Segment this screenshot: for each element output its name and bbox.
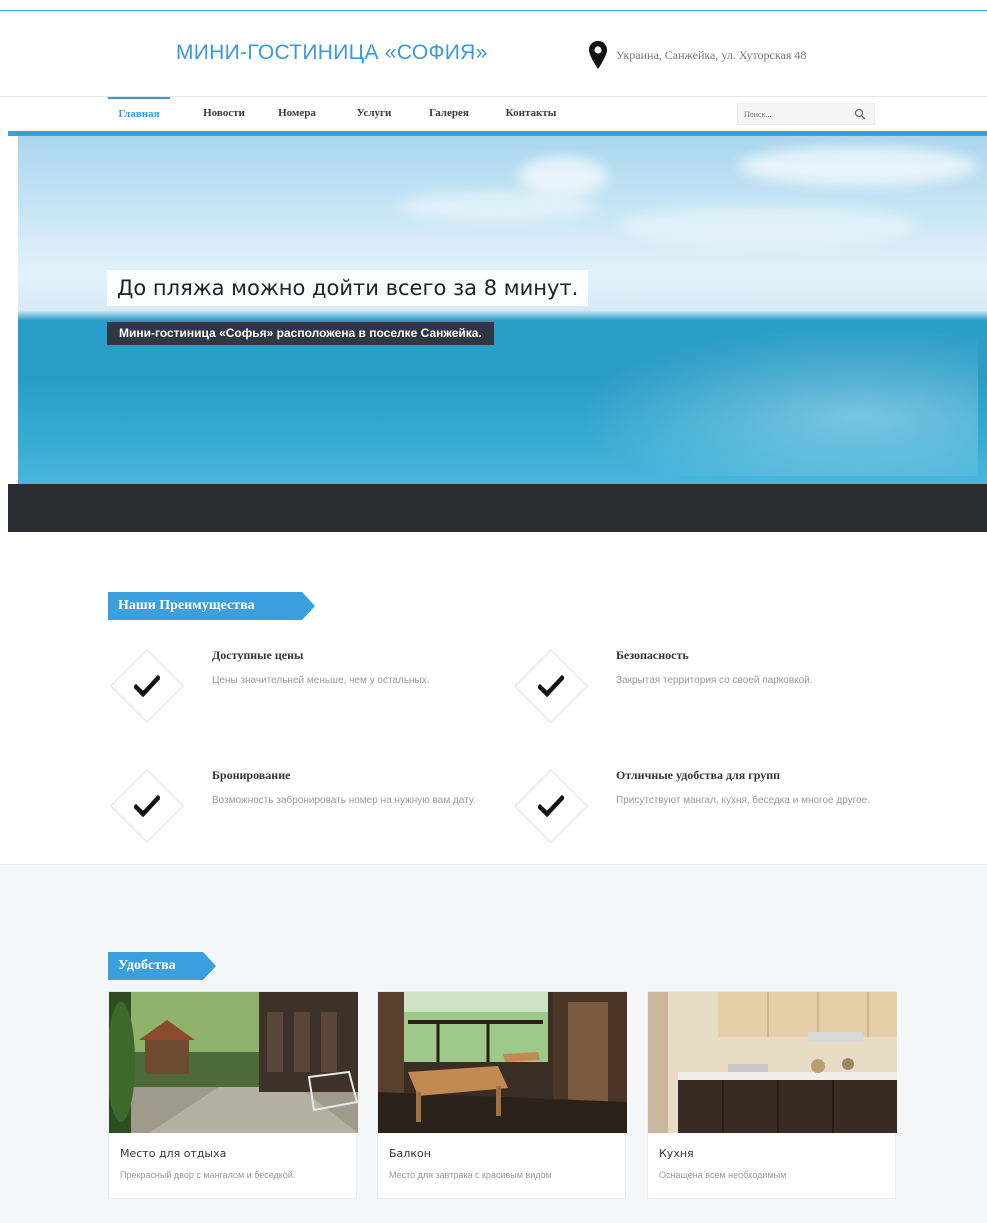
checkmark-icon [134, 674, 160, 698]
amenity-card-description: Место для завтрака с красивым видом [389, 1170, 552, 1180]
search-box [737, 103, 875, 125]
hero-subheading: Мини-гостиница «Софья» расположена в пос… [107, 322, 494, 345]
amenity-card-description: Оснащена всем необходимым [659, 1170, 787, 1180]
hero-cloud [398, 191, 598, 221]
hero-dark-band [8, 484, 987, 532]
feature-title: Отличные удобства для групп [616, 768, 781, 782]
advantages-section-title: Наши Преимущества [108, 592, 315, 620]
feature-description: Присутствуют мангал, кухня, беседка и мн… [616, 795, 870, 806]
address-text: Украина, Санжейка, ул. Хуторская 48 [616, 47, 807, 62]
search-input[interactable] [738, 104, 848, 124]
nav-item-gallery[interactable]: Галерея [420, 97, 478, 131]
kitchen-photo-illustration [648, 992, 897, 1133]
site-header: МИНИ-ГОСТИНИЦА «СОФИЯ» Украина, Санжейка… [0, 11, 987, 97]
feature-item: Доступные цены Цены значительней меньше,… [108, 648, 508, 738]
balcony-photo-illustration [378, 992, 627, 1133]
nav-item-home[interactable]: Главная [108, 97, 170, 131]
amenity-card-title: Балкон [389, 1147, 431, 1160]
amenity-card-title: Место для отдыха [120, 1147, 227, 1160]
hero-sea-sparkle [578, 326, 978, 476]
amenities-section: Удобства Место для отдыха Прекрасный дво… [0, 864, 987, 1223]
hero-banner: До пляжа можно дойти всего за 8 минут. М… [18, 136, 987, 484]
checkmark-icon [538, 794, 564, 818]
balcony-photo[interactable] [378, 992, 627, 1133]
feature-item: Отличные удобства для групп Присутствуют… [512, 768, 912, 858]
hero-cloud [618, 206, 918, 246]
site-title[interactable]: МИНИ-ГОСТИНИЦА «СОФИЯ» [176, 41, 488, 65]
feature-title: Доступные цены [212, 648, 304, 662]
kitchen-photo[interactable] [648, 992, 897, 1133]
yard-photo[interactable] [109, 992, 358, 1133]
feature-description: Закрытая территория со своей парковкой. [616, 675, 813, 686]
feature-title: Бронирование [212, 768, 291, 782]
amenity-card-yard[interactable]: Место для отдыха Прекрасный двор с манга… [108, 991, 358, 1199]
hero-heading: До пляжа можно дойти всего за 8 минут. [107, 270, 589, 306]
amenity-card-title: Кухня [659, 1147, 694, 1160]
nav-item-contacts[interactable]: Контакты [496, 97, 566, 131]
map-pin-icon [589, 41, 607, 69]
feature-item: Бронирование Возможность забронировать н… [108, 768, 508, 858]
feature-description: Цены значительней меньше, чем у остальны… [212, 675, 430, 686]
feature-description: Возможность забронировать номер на нужну… [212, 795, 476, 806]
checkmark-icon [134, 794, 160, 818]
amenity-card-kitchen[interactable]: Кухня Оснащена всем необходимым [647, 991, 897, 1199]
address-block: Украина, Санжейка, ул. Хуторская 48 [588, 39, 806, 71]
hero-cloud [738, 146, 978, 186]
amenity-card-description: Прекрасный двор с мангалом и беседкой. [120, 1170, 296, 1180]
feature-title: Безопасность [616, 648, 689, 662]
main-nav: Главная Новости Номера Услуги Галерея Ко… [0, 97, 987, 131]
checkmark-icon [538, 674, 564, 698]
nav-item-services[interactable]: Услуги [348, 97, 400, 131]
hero-cloud [518, 156, 608, 196]
nav-item-news[interactable]: Новости [194, 97, 254, 131]
amenities-section-title: Удобства [108, 952, 216, 980]
yard-photo-illustration [109, 992, 358, 1133]
search-icon[interactable] [854, 108, 866, 120]
nav-item-rooms[interactable]: Номера [270, 97, 324, 131]
amenity-card-balcony[interactable]: Балкон Место для завтрака с красивым вид… [377, 991, 627, 1199]
feature-item: Безопасность Закрытая территория со свое… [512, 648, 912, 738]
